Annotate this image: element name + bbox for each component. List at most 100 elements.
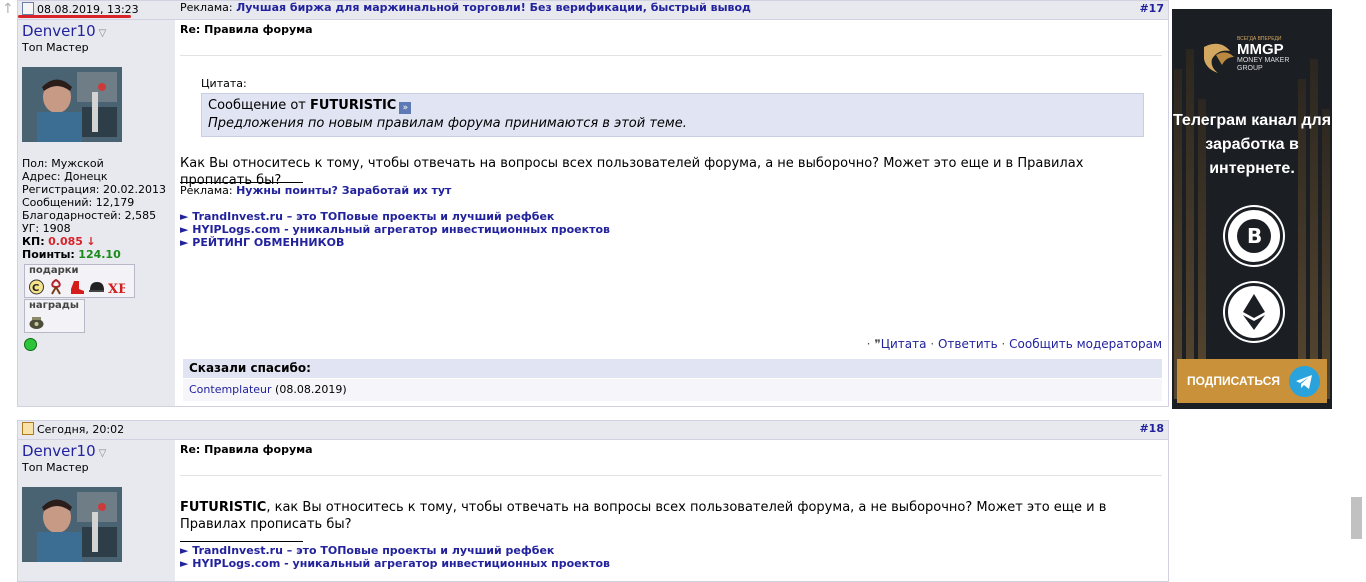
post-title: Re: Правила форума (180, 443, 313, 456)
gifts-box: подарки C ХВ (24, 264, 135, 298)
user-ug: УГ: 1908 (22, 222, 71, 235)
awards-icons (25, 312, 84, 332)
sig-ad-prefix: Реклама: (180, 184, 233, 197)
telegram-banner-ad[interactable]: ВСЕГДА ВПЕРЕДИ MMGP MONEY MAKER GROUP Тел… (1172, 9, 1332, 409)
quote-from-prefix: Сообщение от (208, 98, 306, 113)
post-date-cell: Сегодня, 20:02 (18, 421, 175, 439)
kp-label: КП: (22, 235, 45, 248)
post-18: Сегодня, 20:02 #18 Denver10 ▽ Топ Мастер … (17, 420, 1169, 582)
user-kp: КП: 0.085 ↓ (22, 235, 166, 248)
sig-link-rating-text[interactable]: ► РЕЙТИНГ ОБМЕННИКОВ (180, 236, 344, 249)
post-17: 08.08.2019, 13:23 Реклама: Лучшая биржа … (17, 0, 1169, 407)
username-text[interactable]: Denver10 (22, 442, 96, 460)
quote-label: Цитата: (201, 77, 247, 90)
sig-link-trandinvest[interactable]: ► TrandInvest.ru – это ТОПовые проекты и… (180, 210, 610, 223)
user-registered: Регистрация: 20.02.2013 (22, 183, 166, 196)
post-date-text: Сегодня, 20:02 (37, 423, 125, 436)
user-sidebar: Denver10 ▽ Топ Мастер Пол: Мужской Адрес:… (18, 20, 175, 406)
signature-links: ► TrandInvest.ru – это ТОПовые проекты и… (180, 544, 610, 570)
post-body: FUTURISTIC, как Вы относитесь к тому, чт… (180, 499, 1155, 533)
sig-ad-link[interactable]: Нужны поинты? Заработай их тут (236, 184, 451, 197)
post-status-icon (22, 2, 34, 15)
post-new-status-icon (22, 422, 34, 435)
brand-subtitle: MONEY MAKER GROUP (1237, 57, 1289, 73)
kp-down-arrow-icon: ↓ (86, 235, 96, 248)
title-separator (180, 55, 1162, 56)
post-date-cell: 08.08.2019, 13:23 (18, 1, 175, 19)
user-menu-chevron-icon[interactable]: ▽ (99, 28, 107, 39)
view-post-icon[interactable]: » (399, 102, 412, 114)
sig-link-hyiplogs[interactable]: ► HYIPLogs.com - уникальный агрегатор ин… (180, 557, 610, 570)
ad-link[interactable]: Лучшая биржа для маржинальной торговли! … (236, 1, 751, 14)
gift-ribbon-icon[interactable] (48, 279, 65, 295)
sig-link-rating[interactable]: ► РЕЙТИНГ ОБМЕННИКОВ (180, 236, 610, 249)
bitcoin-icon: B (1225, 207, 1283, 265)
svg-text:B: B (1247, 224, 1262, 248)
sig-link-trandinvest-text[interactable]: ► TrandInvest.ru – это ТОПовые проекты и… (180, 544, 554, 557)
user-messages: Сообщений: 12,179 (22, 196, 135, 209)
post-body-text: , как Вы относитесь к тому, чтобы отвеча… (180, 500, 1107, 532)
kp-value: 0.085 (48, 235, 83, 248)
brand-sub1: MONEY MAKER (1237, 57, 1290, 64)
sig-link-hyiplogs[interactable]: ► HYIPLogs.com - уникальный агрегатор ин… (180, 223, 610, 236)
gifts-icons: C ХВ (25, 277, 134, 297)
signature-separator (180, 541, 303, 542)
gifts-title: подарки (29, 265, 79, 276)
post-header: Сегодня, 20:02 #18 (18, 421, 1168, 440)
post-actions: · ❞Цитата · Ответить · Сообщить модерато… (866, 337, 1162, 351)
thanks-date: (08.08.2019) (275, 383, 347, 396)
quote-button[interactable]: Цитата (881, 337, 927, 351)
user-sidebar: Denver10 ▽ Топ Мастер (18, 440, 175, 581)
sig-link-trandinvest[interactable]: ► TrandInvest.ru – это ТОПовые проекты и… (180, 544, 610, 557)
post-body-mention: FUTURISTIC (180, 500, 267, 515)
user-info: Пол: Мужской Адрес: Донецк Регистрация: … (22, 157, 166, 261)
gift-coin-icon[interactable]: C (28, 279, 45, 295)
user-thanks: Благодарностей: 2,585 (22, 209, 157, 222)
username-text[interactable]: Denver10 (22, 22, 96, 40)
avatar[interactable] (22, 67, 122, 142)
points-label: Поинты: (22, 248, 75, 261)
post-title: Re: Правила форума (180, 23, 313, 36)
report-button[interactable]: Сообщить модераторам (1009, 337, 1162, 351)
user-rank: Топ Мастер (22, 461, 89, 474)
brand-sub2: GROUP (1237, 65, 1263, 72)
avatar[interactable] (22, 487, 122, 562)
sig-link-hyiplogs-text[interactable]: ► HYIPLogs.com - уникальный агрегатор ин… (180, 223, 610, 236)
ad-prefix: Реклама: (180, 1, 233, 14)
banner-text: Телеграм канал для заработка в интернете… (1172, 112, 1332, 177)
signature-separator (180, 182, 303, 183)
thanks-list: Contemplateur (08.08.2019) (183, 379, 1162, 401)
subscribe-button[interactable]: ПОДПИСАТЬСЯ (1177, 359, 1327, 403)
user-rank: Топ Мастер (22, 41, 89, 54)
username[interactable]: Denver10 ▽ (22, 442, 106, 460)
post-date: Сегодня, 20:02 (22, 422, 124, 436)
user-points: Поинты: 124.10 (22, 248, 166, 261)
page-scrollbar-thumb[interactable] (1351, 497, 1362, 539)
awards-box: награды (24, 299, 85, 333)
ethereum-icon (1225, 283, 1283, 341)
user-menu-chevron-icon[interactable]: ▽ (99, 448, 107, 459)
brand-name: MMGP (1237, 41, 1284, 58)
post-date: 08.08.2019, 13:23 (22, 2, 139, 16)
award-pot-icon[interactable] (28, 314, 45, 330)
signature-ad: Реклама: Нужны поинты? Заработай их тут (180, 184, 451, 197)
telegram-icon (1289, 366, 1320, 397)
quote-box: Сообщение от FUTURISTIC» Предложения по … (201, 93, 1144, 137)
thanks-user-link[interactable]: Contemplateur (189, 383, 272, 396)
gift-helmet-icon[interactable] (88, 279, 105, 295)
date-highlight-underline (18, 15, 131, 18)
post-number-link[interactable]: #18 (1139, 422, 1164, 435)
points-value: 124.10 (78, 248, 121, 261)
reply-button[interactable]: Ответить (938, 337, 998, 351)
sig-link-hyiplogs-text[interactable]: ► HYIPLogs.com - уникальный агрегатор ин… (180, 557, 610, 570)
post-number-link[interactable]: #17 (1139, 2, 1164, 15)
gift-xb-icon[interactable]: ХВ (108, 279, 125, 295)
subscribe-label: ПОДПИСАТЬСЯ (1187, 374, 1280, 388)
sig-link-trandinvest-text[interactable]: ► TrandInvest.ru – это ТОПовые проекты и… (180, 210, 554, 223)
online-status-icon (24, 338, 37, 351)
scroll-up-arrow-icon[interactable]: ↑ (2, 0, 14, 18)
user-address: Адрес: Донецк (22, 170, 108, 183)
quote-text: Предложения по новым правилам форума при… (208, 116, 687, 131)
gift-boot-icon[interactable] (68, 279, 85, 295)
username[interactable]: Denver10 ▽ (22, 22, 106, 40)
